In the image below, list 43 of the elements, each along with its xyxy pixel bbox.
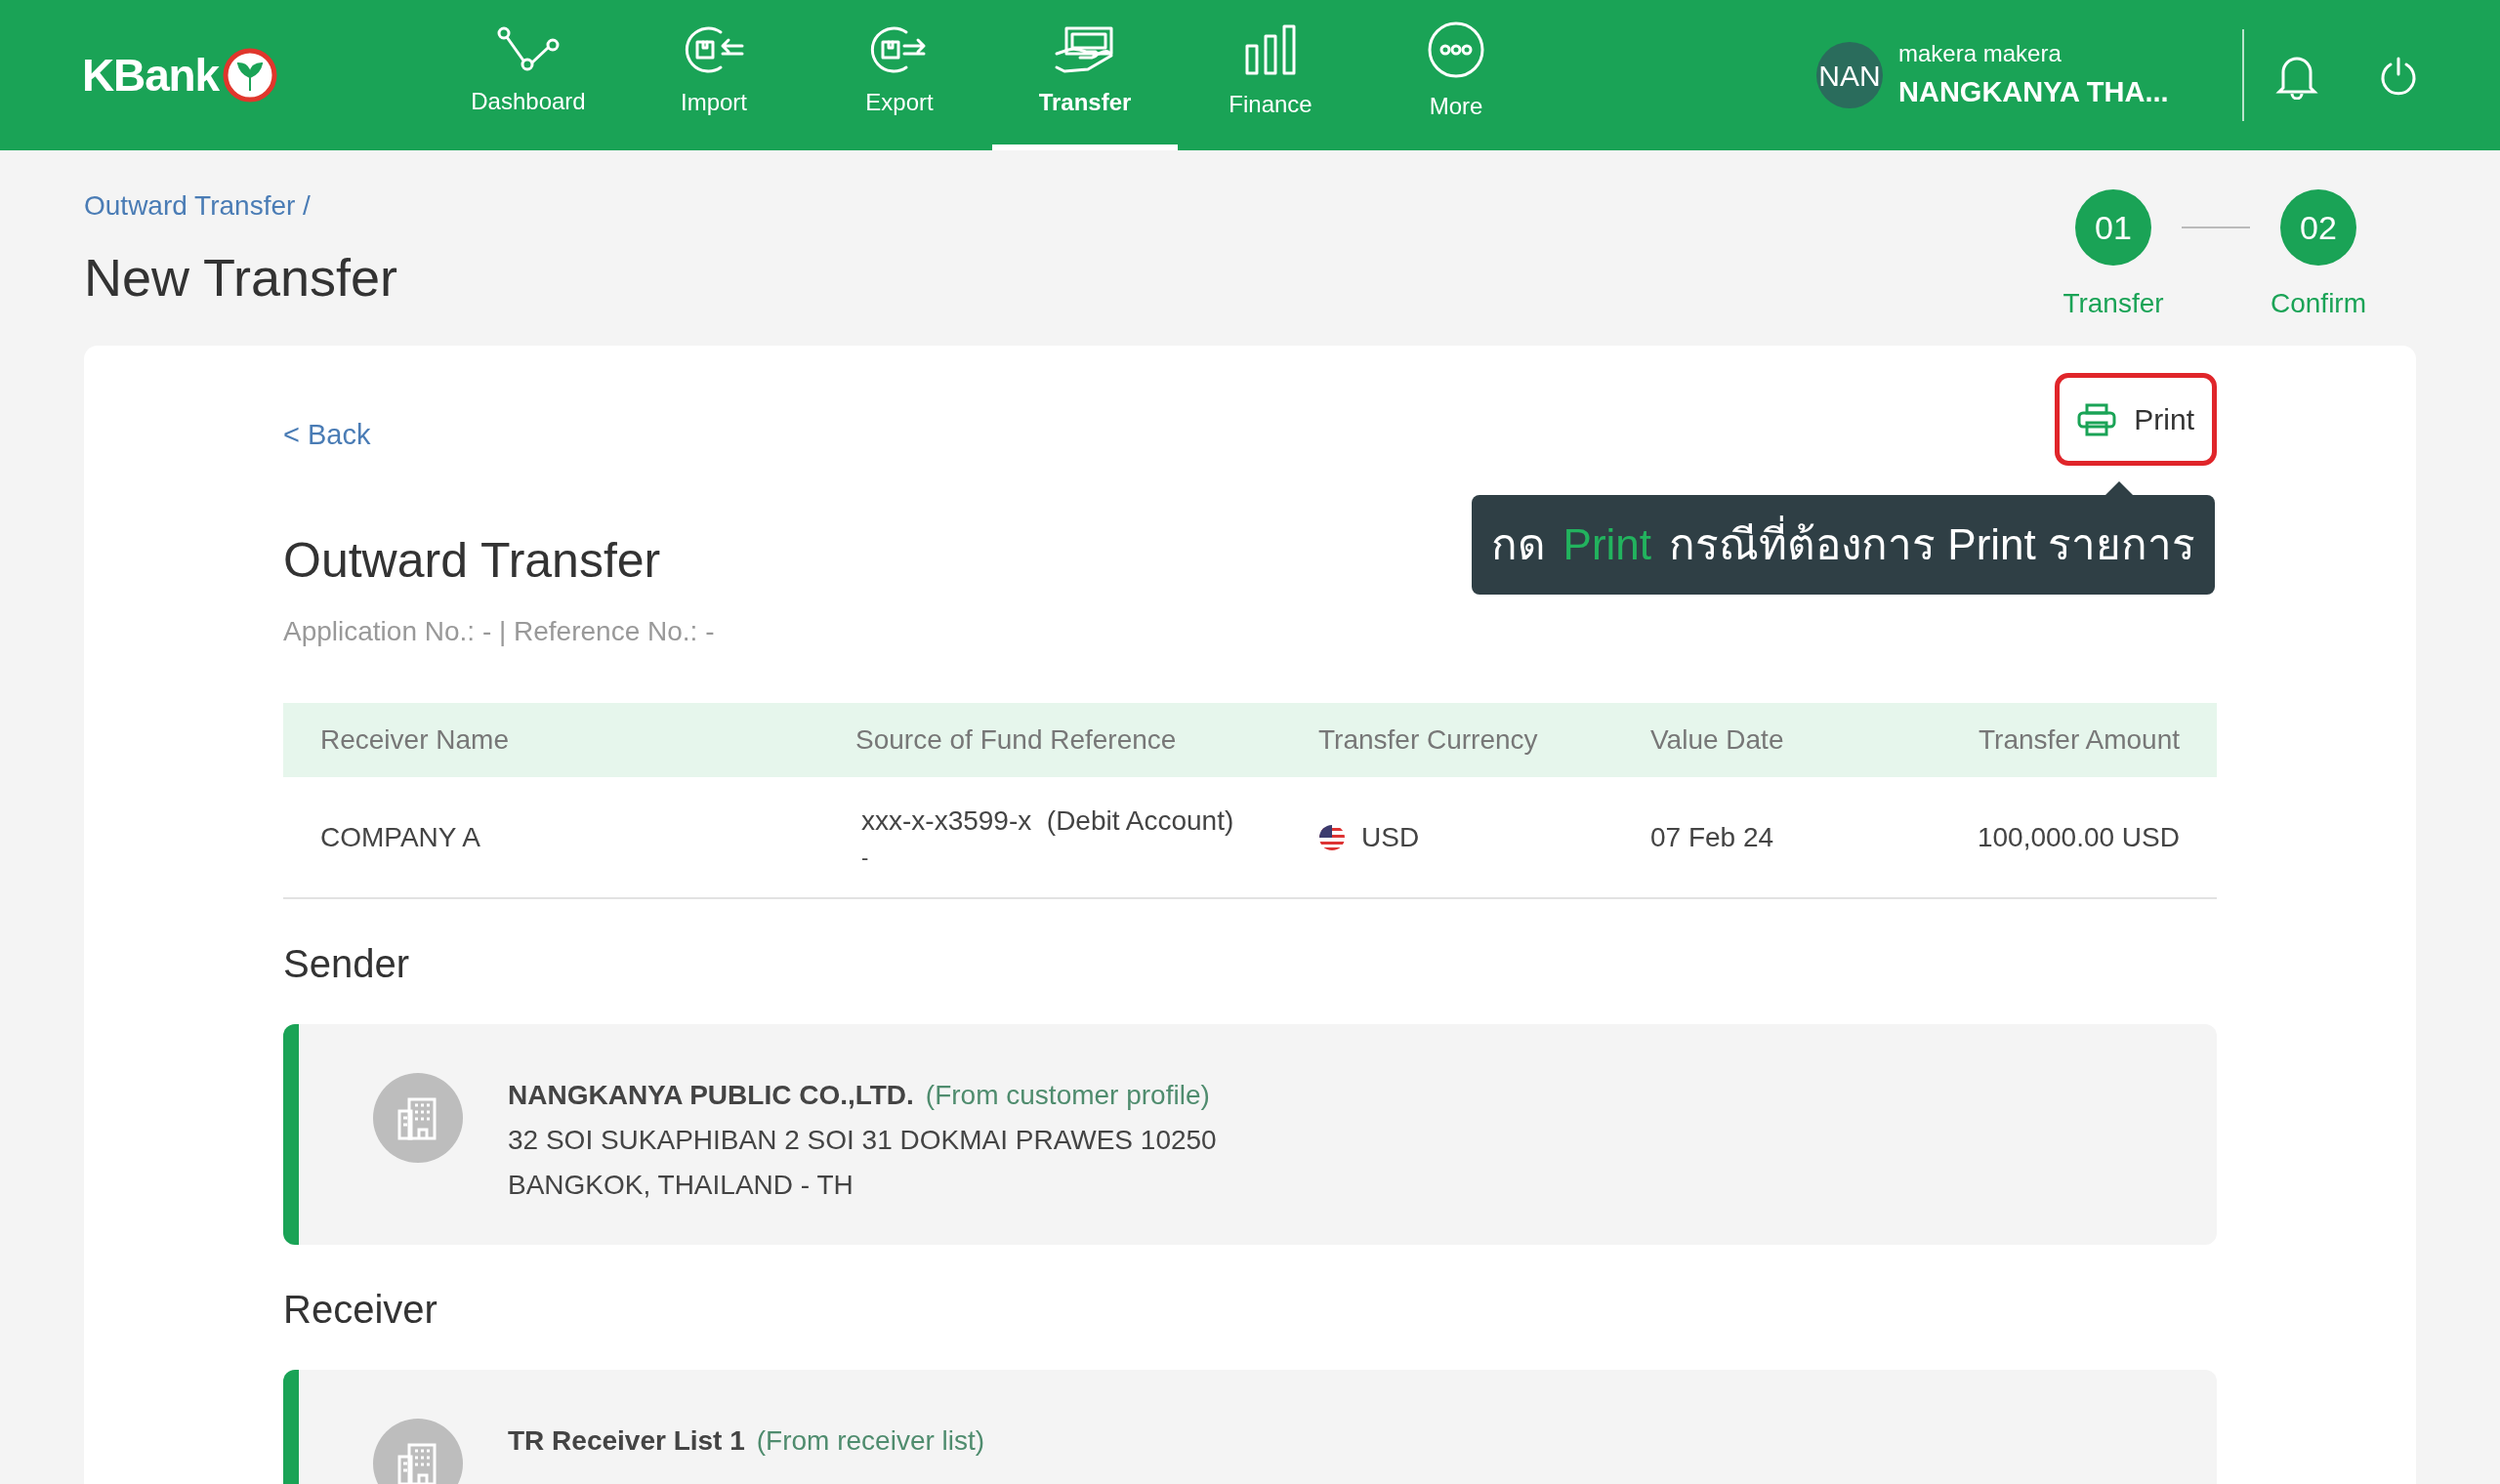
section-heading: Receiver (283, 1287, 438, 1333)
step-label: Confirm (2271, 287, 2366, 320)
table-cell-text: USD (1361, 820, 1420, 854)
tooltip-text: กรณีที่ต้องการ Print รายการ (1669, 507, 2195, 584)
power-icon[interactable] (2379, 55, 2418, 96)
page-title: New Transfer (84, 247, 398, 309)
column-header: Source of Fund Reference (855, 724, 1177, 755)
breadcrumb-link[interactable]: Outward Transfer / (84, 186, 398, 227)
party-name: NANGKANYA PUBLIC CO.,LTD. (508, 1079, 914, 1112)
section-heading: Sender (283, 941, 410, 987)
tooltip-text: Print (1562, 519, 1652, 570)
kbank-logo: KBank (82, 41, 436, 109)
table-cell-text: - (861, 845, 870, 872)
nav-tab[interactable]: Dashboard (436, 0, 621, 150)
user-name: makera makera (1898, 39, 2062, 69)
party-origin: (From customer profile) (925, 1079, 1210, 1112)
section-subtitle: Application No.: - | Reference No.: - (283, 615, 715, 648)
nav-tab[interactable]: Export (807, 0, 992, 150)
party-origin: (From receiver list) (756, 1424, 985, 1458)
table-cell: COMPANY A (320, 821, 480, 852)
nav-tab[interactable]: More (1363, 0, 1549, 150)
column-header: Value Date (1650, 724, 1784, 755)
tooltip-text: กด (1490, 519, 1546, 570)
nav-tab[interactable]: Finance (1178, 0, 1363, 150)
company-name: NANGKANYA THA... (1898, 75, 2170, 110)
back-link[interactable]: < Back (283, 414, 371, 457)
nav-tab[interactable]: Import (621, 0, 807, 150)
section-title: Outward Transfer (283, 532, 662, 590)
table-cell: 100,000.00 USD (1977, 821, 2180, 852)
table-cell: 07 Feb 24 (1650, 821, 1774, 852)
column-header: Receiver Name (320, 724, 509, 755)
table-cell-text: xxx-x-x3599-x (Debit Account) (861, 804, 1235, 838)
column-header: Transfer Currency (1318, 724, 1538, 755)
user-avatar: NAN (1816, 42, 1883, 108)
nav-tab[interactable]: Transfer (992, 0, 1178, 150)
step-label: Transfer (2062, 287, 2164, 320)
column-header: Transfer Amount (1979, 724, 2180, 755)
printer-icon (2077, 402, 2117, 436)
address-line: 32 SOI SUKAPHIBAN 2 SOI 31 DOKMAI PRAWES 10250 (508, 1124, 1217, 1157)
party-name: TR Receiver List 1 (508, 1424, 745, 1458)
flag-icon (1318, 823, 1346, 851)
more-icon (1427, 21, 1485, 79)
address-line: BANGKOK, THAILAND - TH (508, 1169, 854, 1202)
